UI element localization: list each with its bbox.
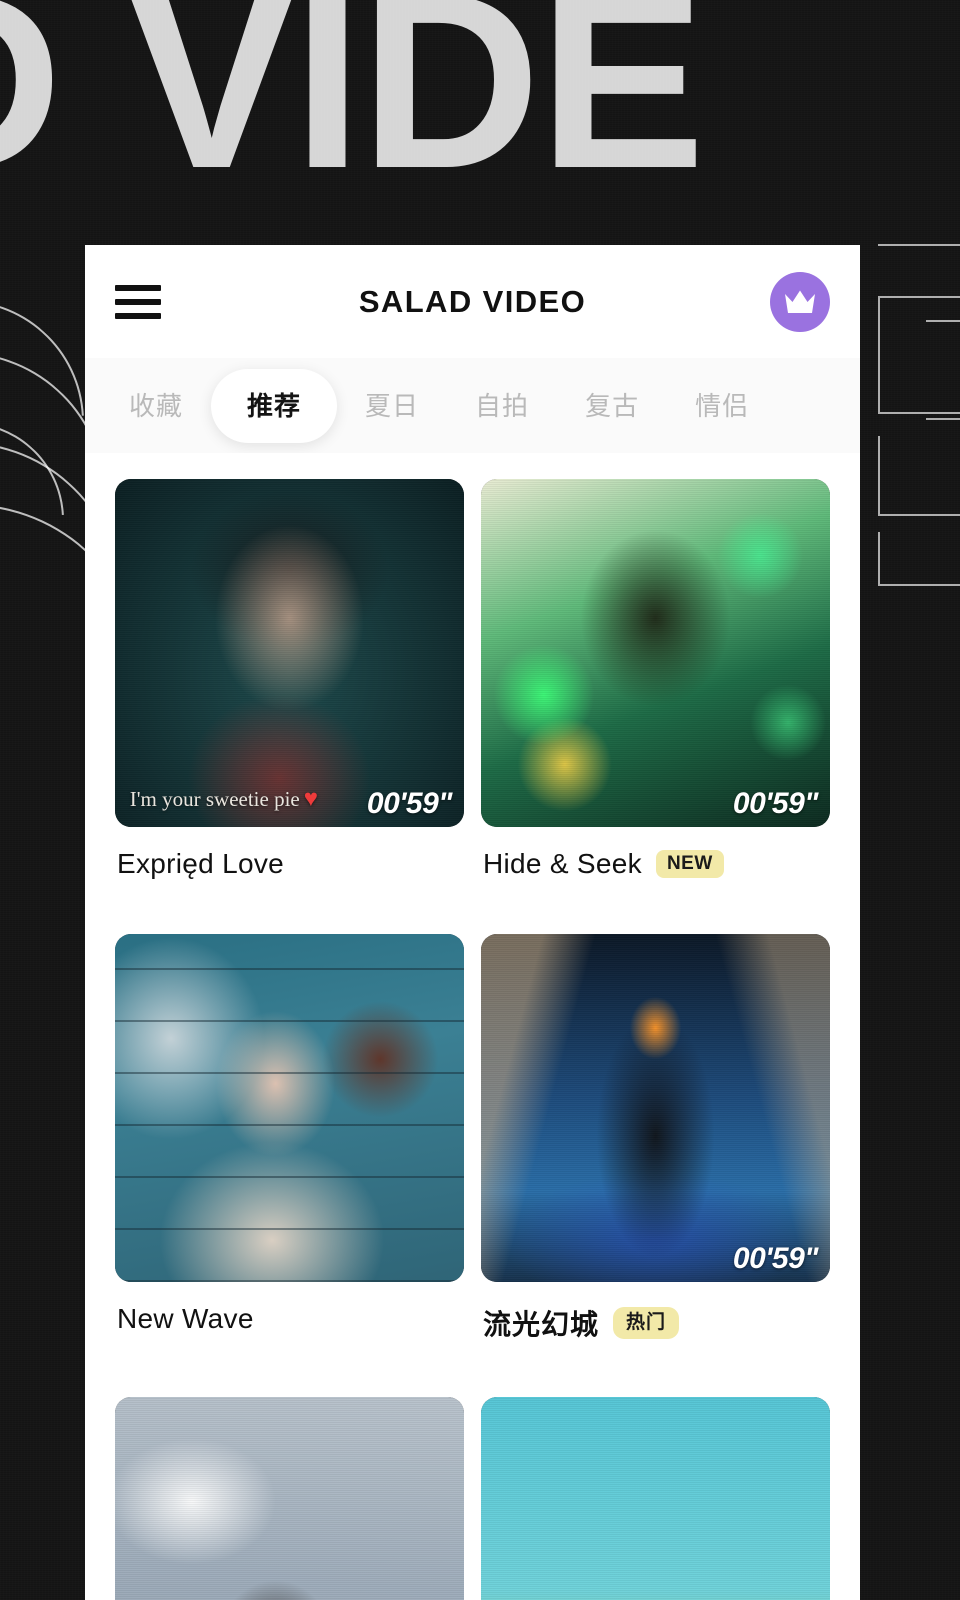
tab-couple[interactable]: 情侣 bbox=[667, 369, 777, 443]
video-title: Hide & Seek bbox=[483, 848, 642, 879]
video-title: New Wave bbox=[117, 1303, 254, 1334]
video-thumbnail[interactable] bbox=[481, 1397, 830, 1600]
video-card[interactable]: 00'59" Hide & Seek NEW bbox=[481, 479, 830, 934]
video-card-meta: New Wave bbox=[115, 1303, 464, 1335]
frame-line bbox=[926, 320, 960, 364]
video-card[interactable]: I'm your sweetie pie ♥ 00'59" Exprięd Lov… bbox=[115, 479, 464, 934]
video-card[interactable] bbox=[115, 1397, 464, 1600]
video-thumbnail[interactable]: 00'59" bbox=[481, 479, 830, 827]
thumbnail-artwork bbox=[481, 1397, 830, 1600]
video-card-meta: Exprięd Love bbox=[115, 848, 464, 880]
duration-label: 00'59" bbox=[732, 787, 819, 820]
video-card[interactable]: 00'59" 流光幻城 热门 bbox=[481, 934, 830, 1397]
hamburger-icon[interactable] bbox=[115, 284, 161, 319]
tab-selfie[interactable]: 自拍 bbox=[447, 369, 557, 443]
avatar[interactable] bbox=[770, 271, 830, 332]
thumbnail-artwork bbox=[481, 479, 830, 827]
status-badge-new: NEW bbox=[655, 850, 724, 878]
video-title: Exprięd Love bbox=[117, 848, 285, 879]
video-thumbnail[interactable] bbox=[115, 1397, 464, 1600]
thumbnail-artwork bbox=[115, 934, 464, 1282]
video-card[interactable] bbox=[481, 1397, 830, 1600]
tab-favorites[interactable]: 收藏 bbox=[101, 369, 211, 443]
hamburger-line bbox=[115, 312, 161, 319]
tab-bar-fade bbox=[790, 358, 860, 453]
tab-summer[interactable]: 夏日 bbox=[337, 369, 447, 443]
category-tab-bar: 收藏 推荐 夏日 自拍 复古 情侣 bbox=[85, 358, 860, 453]
duration-label: 00'59" bbox=[732, 1242, 819, 1275]
heart-icon: ♥ bbox=[303, 786, 318, 812]
video-card-meta: Hide & Seek NEW bbox=[481, 848, 830, 880]
video-thumbnail[interactable]: 00'59" bbox=[481, 934, 830, 1282]
decorative-frames bbox=[850, 244, 960, 596]
tab-retro[interactable]: 复古 bbox=[557, 369, 667, 443]
status-badge-hot: 热门 bbox=[613, 1307, 680, 1339]
app-screen: SALAD VIDEO 收藏 推荐 夏日 自拍 复古 情侣 I'm your s… bbox=[85, 245, 860, 1600]
thumbnail-artwork bbox=[115, 1397, 464, 1600]
app-header: SALAD VIDEO bbox=[85, 245, 860, 358]
hamburger-line bbox=[115, 284, 161, 291]
video-thumbnail[interactable]: I'm your sweetie pie ♥ 00'59" bbox=[115, 479, 464, 827]
frame-line bbox=[878, 532, 960, 586]
background-wordmark: D VIDE bbox=[0, 0, 706, 220]
hamburger-line bbox=[115, 298, 161, 305]
video-thumbnail[interactable] bbox=[115, 934, 464, 1282]
thumbnail-artwork bbox=[115, 479, 464, 827]
crown-icon bbox=[785, 290, 815, 313]
frame-line bbox=[926, 418, 960, 450]
frame-line bbox=[878, 244, 960, 284]
thumbnail-artwork bbox=[481, 934, 830, 1282]
duration-label: 00'59" bbox=[366, 787, 453, 820]
video-title: 流光幻城 bbox=[483, 1309, 600, 1340]
video-card-meta: 流光幻城 热门 bbox=[481, 1303, 830, 1343]
video-card[interactable]: New Wave bbox=[115, 934, 464, 1397]
video-grid: I'm your sweetie pie ♥ 00'59" Exprięd Lov… bbox=[85, 453, 860, 1600]
thumbnail-caption: I'm your sweetie pie ♥ bbox=[129, 786, 318, 812]
tab-recommended[interactable]: 推荐 bbox=[211, 368, 338, 443]
page-title: SALAD VIDEO bbox=[358, 283, 587, 319]
